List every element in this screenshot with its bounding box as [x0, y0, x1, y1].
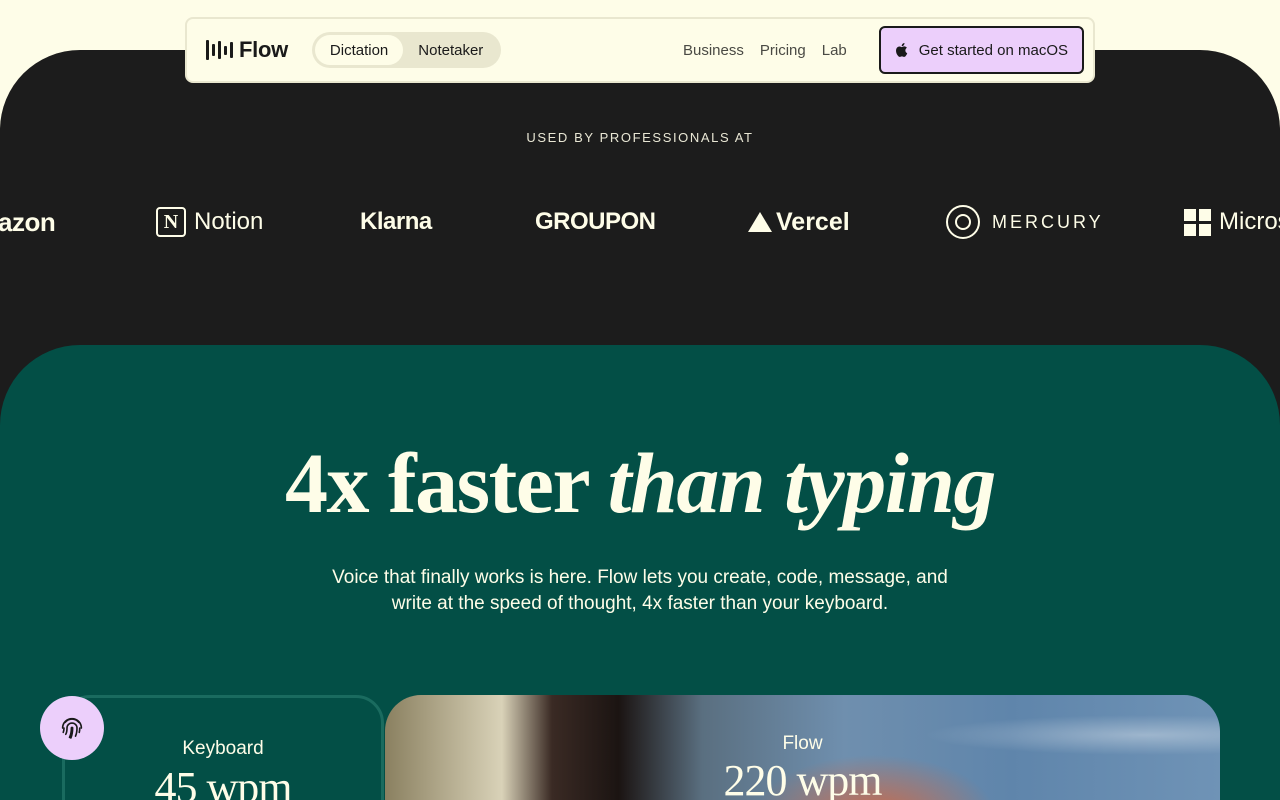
waveform-icon	[206, 39, 233, 61]
amazon-wordmark: azon	[0, 206, 56, 237]
mercury-icon	[946, 205, 980, 239]
nav-link-pricing[interactable]: Pricing	[760, 42, 806, 59]
vercel-wordmark: Vercel	[776, 207, 850, 236]
mercury-logo: MERCURY	[946, 200, 1104, 244]
top-nav: Flow Dictation Notetaker Business Pricin…	[185, 17, 1095, 83]
headline-italic: than typing	[607, 435, 997, 531]
toggle-dictation[interactable]: Dictation	[314, 35, 404, 65]
fingerprint-icon	[61, 717, 83, 739]
logo-text: Flow	[239, 37, 288, 62]
flow-logo[interactable]: Flow	[206, 37, 288, 63]
groupon-wordmark: GROUPON	[535, 208, 656, 235]
headline-plain: 4x faster	[285, 435, 608, 531]
keyboard-wpm: 45 wpm	[154, 763, 293, 800]
microsoft-wordmark: Micros	[1219, 208, 1280, 235]
speed-hero-section: 4x faster than typing Voice that finally…	[0, 345, 1280, 800]
hero-subtitle: Voice that finally works is here. Flow l…	[332, 567, 948, 614]
hero-headline: 4x faster than typing	[0, 440, 1280, 526]
microsoft-logo: Micros	[1184, 200, 1280, 244]
groupon-logo: GROUPON	[535, 200, 656, 244]
flow-wpm: 220 wpm	[723, 756, 883, 800]
mercury-wordmark: MERCURY	[992, 211, 1104, 232]
klarna-logo: Klarna	[360, 200, 432, 244]
nav-link-business[interactable]: Business	[683, 42, 744, 59]
flow-speed-card: Flow 220 wpm	[385, 695, 1220, 800]
get-started-button[interactable]: Get started on macOS	[878, 26, 1084, 74]
product-toggle: Dictation Notetaker	[311, 32, 502, 68]
toggle-notetaker[interactable]: Notetaker	[403, 35, 498, 65]
vercel-logo: Vercel	[748, 200, 850, 244]
logos-eyebrow: USED BY PROFESSIONALS AT	[526, 130, 754, 145]
cta-label: Get started on macOS	[918, 41, 1068, 59]
logo-marquee: azon N Notion Klarna GROUPON Vercel MERCU…	[0, 200, 1280, 250]
flow-label: Flow	[782, 733, 823, 754]
keyboard-speed-card: Keyboard 45 wpm	[62, 695, 384, 800]
keyboard-label: Keyboard	[182, 738, 264, 759]
notion-wordmark: Notion	[194, 208, 264, 235]
microsoft-grid-icon	[1184, 208, 1211, 236]
apple-icon	[895, 42, 908, 57]
notion-icon: N	[156, 207, 186, 237]
notion-logo: N Notion	[156, 200, 263, 244]
nav-links: Business Pricing Lab Get started on macO…	[683, 26, 1084, 74]
nav-link-lab[interactable]: Lab	[822, 42, 847, 59]
fingerprint-button[interactable]	[40, 696, 104, 760]
amazon-logo: azon	[0, 200, 56, 244]
vercel-triangle-icon	[748, 212, 772, 232]
klarna-wordmark: Klarna	[360, 208, 432, 235]
